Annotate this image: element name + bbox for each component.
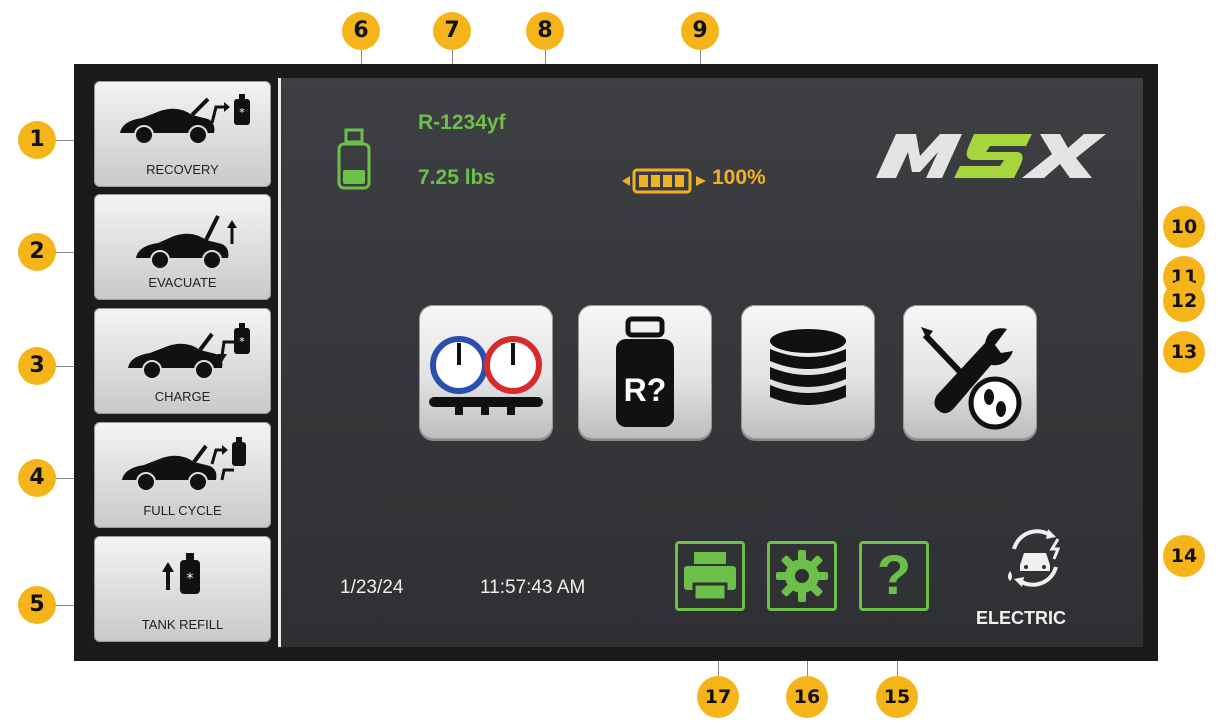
electric-vehicle-icon[interactable] (1004, 527, 1066, 589)
gear-icon (776, 550, 828, 602)
refrigerant-identifier-icon: R? (616, 316, 674, 427)
time-display: 11:57:43 AM (480, 577, 586, 598)
callout-badge: 5 (18, 586, 56, 624)
print-button[interactable] (675, 541, 745, 611)
callout-badge: 15 (876, 676, 918, 718)
svg-text:*: * (239, 106, 245, 119)
tank-refill-icon: * (162, 553, 200, 594)
svg-text:*: * (239, 335, 245, 348)
callout-badge: 12 (1163, 280, 1205, 322)
tank-refill-button[interactable]: * TANK REFILL (94, 536, 271, 642)
sidebar-item-label: TANK REFILL (141, 617, 224, 632)
help-button[interactable]: ? (859, 541, 929, 611)
refrigerant-identifier-button[interactable]: R? (578, 305, 712, 439)
car-full-cycle-icon (122, 437, 246, 492)
callout-badge: 13 (1163, 331, 1205, 373)
callout-badge: 6 (342, 12, 380, 50)
help-icon: ? (876, 543, 912, 606)
sidebar-item-label: FULL CYCLE (143, 503, 222, 518)
callout-badge: 3 (18, 347, 56, 385)
callout-badge: 14 (1163, 535, 1205, 577)
database-icon (770, 329, 846, 405)
refrigerant-type: R-1234yf (418, 111, 506, 134)
svg-text:*: * (187, 571, 194, 587)
power-mode-label: ELECTRIC (976, 608, 1066, 628)
settings-button[interactable] (767, 541, 837, 611)
callout-badge: 7 (433, 12, 471, 50)
car-evacuate-icon (136, 215, 237, 268)
evacuate-button[interactable]: EVACUATE (94, 194, 271, 300)
manifold-gauges-icon (429, 336, 543, 415)
callout-badge: 16 (786, 676, 828, 718)
printer-icon (684, 552, 736, 602)
msx-logo (876, 134, 1106, 178)
tank-weight: 7.25 lbs (418, 166, 496, 189)
identifier-text: R? (624, 372, 667, 408)
callout-badge: 9 (681, 12, 719, 50)
service-tools-icon (921, 327, 1022, 430)
date-display: 1/23/24 (340, 577, 404, 598)
car-recovery-icon: * (120, 94, 250, 145)
callout-badge: 1 (18, 121, 56, 159)
battery-icon (622, 168, 706, 194)
refrigerant-tank-icon (337, 128, 371, 190)
callout-badge: 2 (18, 233, 56, 271)
database-button[interactable] (741, 305, 875, 439)
sidebar-item-label: RECOVERY (146, 162, 219, 177)
battery-percent: 100% (712, 166, 766, 189)
service-tools-button[interactable] (903, 305, 1037, 439)
charge-button[interactable]: * CHARGE (94, 308, 271, 414)
callout-badge: 8 (526, 12, 564, 50)
recovery-button[interactable]: * RECOVERY (94, 81, 271, 187)
callout-badge: 17 (697, 676, 739, 718)
car-charge-icon: * (128, 323, 250, 380)
callout-badge: 10 (1163, 206, 1205, 248)
full-cycle-button[interactable]: FULL CYCLE (94, 422, 271, 528)
manifold-gauges-button[interactable] (419, 305, 553, 439)
callout-badge: 4 (18, 459, 56, 497)
sidebar-item-label: EVACUATE (148, 275, 217, 290)
sidebar-item-label: CHARGE (154, 389, 211, 404)
